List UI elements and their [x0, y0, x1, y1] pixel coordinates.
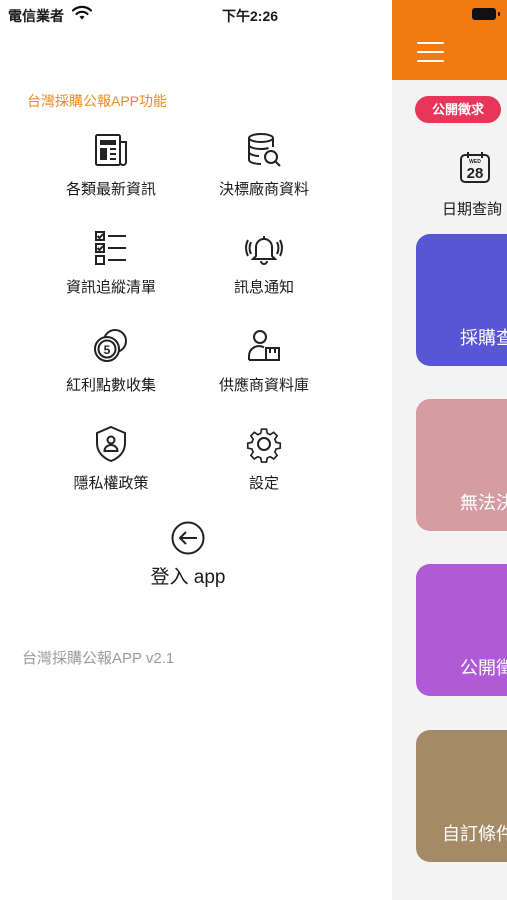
card-label: 採購查	[460, 328, 507, 348]
card-label: 無法決	[460, 493, 507, 513]
menu-item-latest-info[interactable]: 各類最新資訊	[36, 130, 186, 199]
public-request-chip[interactable]: 公開徵求	[415, 96, 501, 123]
menu-item-label: 設定	[248, 475, 279, 492]
coins-icon: 5	[91, 326, 131, 366]
drawer-title: 台灣採購公報APP功能	[27, 93, 168, 109]
menu-item-settings[interactable]: 設定	[189, 424, 339, 493]
menu-item-privacy-policy[interactable]: 隱私權政策	[36, 424, 186, 493]
login-label: 登入 app	[150, 567, 226, 588]
status-bar-drawer: 電信業者 下午2:26	[0, 0, 392, 30]
carrier-name: 電信業者	[8, 8, 64, 24]
app-version: 台灣採購公報APP v2.1	[22, 650, 175, 667]
wifi-icon	[71, 5, 93, 26]
menu-item-label: 各類最新資訊	[65, 181, 156, 198]
menu-item-label: 訊息通知	[233, 279, 294, 296]
card-public-request[interactable]: 公開徵	[416, 564, 507, 696]
status-time: 下午2:26	[222, 8, 279, 24]
shield-user-icon	[91, 424, 131, 464]
card-label: 自訂條件	[442, 824, 507, 844]
checklist-icon	[91, 228, 131, 268]
login-button[interactable]: 登入 app	[113, 520, 263, 589]
main-panel: 公開徵求 WED 28 日期查詢 採購查 無法決 公開徵 自訂條件	[392, 0, 507, 900]
card-unable-award[interactable]: 無法決	[416, 399, 507, 531]
top-bar	[392, 0, 507, 80]
menu-item-label: 隱私權政策	[73, 475, 149, 492]
gear-icon	[244, 424, 284, 464]
menu-item-label: 供應商資料庫	[218, 377, 309, 394]
menu-item-bonus-points[interactable]: 5 紅利點數收集	[36, 326, 186, 395]
supplier-icon	[244, 326, 284, 366]
menu-item-label: 紅利點數收集	[65, 377, 156, 394]
card-procurement-search[interactable]: 採購查	[416, 234, 507, 366]
card-custom-conditions[interactable]: 自訂條件	[416, 730, 507, 862]
menu-item-tracking-list[interactable]: 資訊追縱清單	[36, 228, 186, 297]
database-search-icon	[244, 130, 284, 170]
menu-item-winning-vendors[interactable]: 決標廠商資料	[189, 130, 339, 199]
newspaper-icon	[91, 130, 131, 170]
bell-ringing-icon	[244, 228, 284, 268]
menu-item-supplier-db[interactable]: 供應商資料庫	[189, 326, 339, 395]
login-arrow-icon	[170, 520, 206, 556]
calendar-day: 28	[467, 165, 484, 182]
hamburger-menu-icon[interactable]	[417, 42, 444, 62]
card-label: 公開徵	[460, 658, 507, 678]
menu-item-notifications[interactable]: 訊息通知	[189, 228, 339, 297]
menu-item-label: 資訊追縱清單	[65, 279, 156, 296]
calendar-icon[interactable]: WED 28	[458, 150, 492, 189]
svg-text:5: 5	[104, 343, 111, 357]
drawer-menu: 電信業者 下午2:26 台灣採購公報APP功能 各類最新資訊 決標廠商資料 資訊…	[0, 0, 392, 900]
date-query-label: 日期查詢	[442, 201, 503, 218]
menu-item-label: 決標廠商資料	[218, 181, 309, 198]
battery-icon	[472, 8, 500, 20]
